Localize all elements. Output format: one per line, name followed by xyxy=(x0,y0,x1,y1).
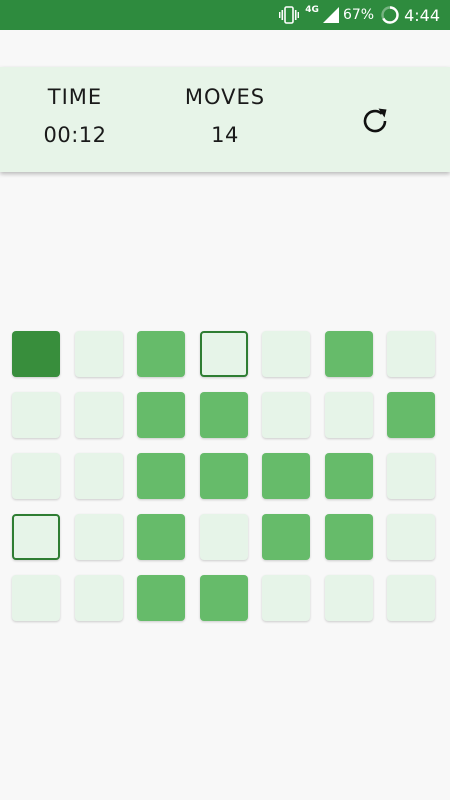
battery-percent: 67% xyxy=(342,7,375,23)
tile-empty[interactable] xyxy=(387,331,435,377)
status-bar: 4G 67% 4:44 xyxy=(0,0,450,30)
tile-filled[interactable] xyxy=(262,453,310,499)
signal-icon xyxy=(322,7,339,23)
tile-empty[interactable] xyxy=(387,514,435,560)
network-type-label: 4G xyxy=(305,5,319,15)
moves-label: MOVES xyxy=(184,85,266,109)
battery-icon xyxy=(380,5,400,25)
tile-filled[interactable] xyxy=(200,453,248,499)
tile-empty[interactable] xyxy=(75,331,123,377)
tile-filled[interactable] xyxy=(325,331,373,377)
tile-filled[interactable] xyxy=(200,575,248,621)
tile-empty[interactable] xyxy=(262,331,310,377)
tile-empty[interactable] xyxy=(387,575,435,621)
tile-empty[interactable] xyxy=(12,453,60,499)
tile-empty[interactable] xyxy=(12,392,60,438)
tile-dark[interactable] xyxy=(12,331,60,377)
restart-button[interactable] xyxy=(356,102,394,140)
tile-empty[interactable] xyxy=(325,575,373,621)
tile-empty[interactable] xyxy=(75,453,123,499)
time-label: TIME xyxy=(47,85,103,109)
tile-filled[interactable] xyxy=(137,392,185,438)
tile-empty[interactable] xyxy=(75,575,123,621)
tile-empty[interactable] xyxy=(12,575,60,621)
time-stat: TIME 00:12 xyxy=(5,85,145,147)
tile-empty[interactable] xyxy=(200,514,248,560)
tile-filled[interactable] xyxy=(137,514,185,560)
tile-filled[interactable] xyxy=(200,392,248,438)
tile-empty[interactable] xyxy=(387,453,435,499)
tile-cursor[interactable] xyxy=(12,514,60,560)
tile-filled[interactable] xyxy=(262,514,310,560)
tile-filled[interactable] xyxy=(325,453,373,499)
tile-filled[interactable] xyxy=(137,331,185,377)
tile-empty[interactable] xyxy=(75,514,123,560)
tile-empty[interactable] xyxy=(325,392,373,438)
vibrate-icon xyxy=(279,6,300,24)
tile-empty[interactable] xyxy=(75,392,123,438)
tile-filled[interactable] xyxy=(325,514,373,560)
moves-value: 14 xyxy=(211,123,239,147)
tile-empty[interactable] xyxy=(262,575,310,621)
tile-empty[interactable] xyxy=(262,392,310,438)
tile-filled[interactable] xyxy=(387,392,435,438)
moves-stat: MOVES 14 xyxy=(155,85,295,147)
tile-filled[interactable] xyxy=(137,575,185,621)
time-value: 00:12 xyxy=(43,123,107,147)
refresh-icon xyxy=(363,108,387,133)
tile-filled[interactable] xyxy=(137,453,185,499)
tile-cursor[interactable] xyxy=(200,331,248,377)
status-clock: 4:44 xyxy=(404,5,440,25)
